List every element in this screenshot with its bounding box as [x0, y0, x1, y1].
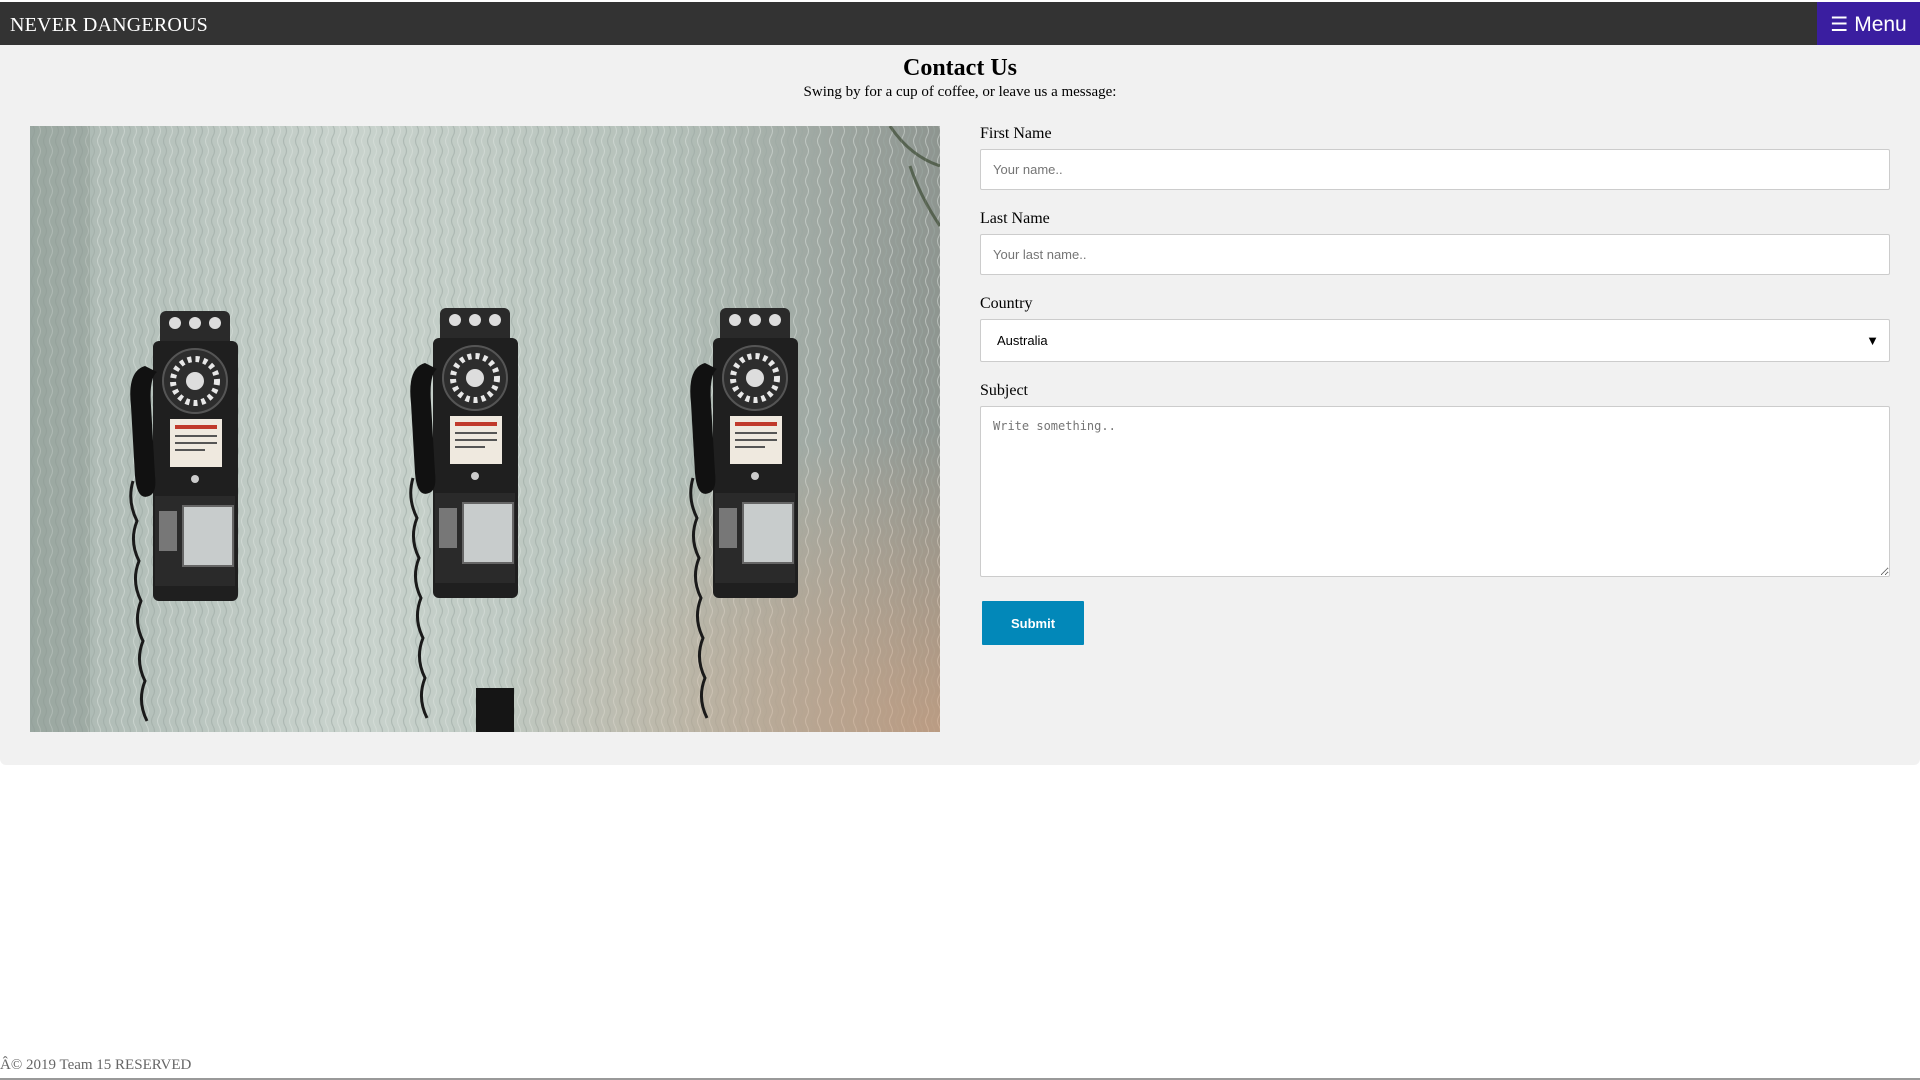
subject-textarea[interactable] — [980, 406, 1890, 577]
last-name-input[interactable] — [980, 234, 1890, 275]
country-value: Australia — [997, 333, 1048, 348]
first-name-input[interactable] — [980, 149, 1890, 190]
last-name-label: Last Name — [980, 210, 1050, 227]
submit-button[interactable]: Submit — [982, 601, 1084, 645]
top-navigation-bar: NEVER DANGEROUS ☰ Menu — [0, 2, 1920, 47]
footer-copyright: Â© 2019 Team 15 RESERVED — [0, 1057, 192, 1073]
page-subtitle: Swing by for a cup of coffee, or leave u… — [803, 84, 1117, 100]
dropdown-arrow-icon: ▼ — [1866, 333, 1879, 348]
menu-label: Menu — [1854, 12, 1907, 36]
payphones-photo — [30, 126, 940, 732]
menu-button[interactable]: ☰ Menu — [1817, 2, 1920, 47]
contact-form: First Name Last Name Country Australia ▼… — [980, 125, 1890, 645]
country-select[interactable]: Australia ▼ — [980, 319, 1890, 362]
hamburger-icon: ☰ — [1830, 13, 1849, 36]
contact-panel: Contact Us Swing by for a cup of coffee,… — [0, 45, 1920, 765]
country-label: Country — [980, 295, 1033, 312]
subject-label: Subject — [980, 382, 1028, 399]
first-name-label: First Name — [980, 125, 1052, 142]
page-title: Contact Us — [903, 55, 1017, 81]
site-brand[interactable]: NEVER DANGEROUS — [10, 14, 208, 37]
contact-heading: Contact Us Swing by for a cup of coffee,… — [0, 55, 1920, 101]
